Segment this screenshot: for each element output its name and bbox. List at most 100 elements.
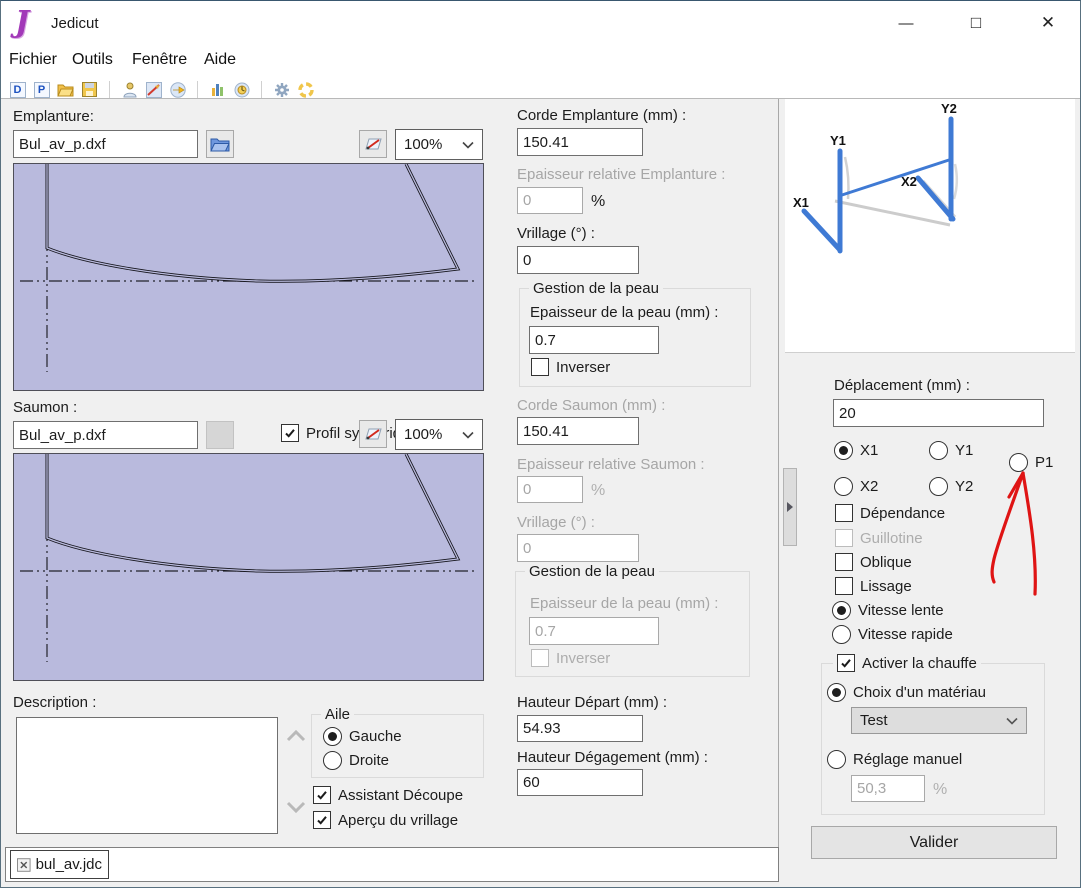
save-icon[interactable]	[81, 81, 98, 98]
choix-materiau-radio[interactable]: Choix d'un matériau	[827, 683, 986, 702]
maximize-button[interactable]: □	[959, 9, 993, 37]
panel-collapse-button[interactable]	[783, 468, 797, 546]
lissage-checkbox[interactable]: Lissage	[835, 577, 912, 595]
menu-fenetre[interactable]: Fenêtre	[132, 51, 187, 69]
radio-y2[interactable]: Y2	[929, 477, 973, 496]
radio-icon	[929, 441, 948, 460]
apercu-vrillage-checkbox[interactable]: Aperçu du vrillage	[313, 811, 458, 829]
saumon-profile-view	[13, 453, 484, 681]
oblique-checkbox[interactable]: Oblique	[835, 553, 912, 571]
percent-label: %	[591, 482, 605, 500]
corde-emplanture-input[interactable]: 150.41	[517, 128, 643, 156]
loading-ring-icon[interactable]	[297, 81, 314, 98]
app-logo-icon: J	[15, 5, 29, 40]
emplanture-profile-view	[13, 163, 484, 391]
radio-droite[interactable]: Droite	[323, 751, 389, 770]
zoom-select-top[interactable]: 100%	[395, 129, 483, 160]
vrillage-emplanture-label: Vrillage (°) :	[517, 225, 595, 242]
user-icon[interactable]	[121, 81, 138, 98]
zoom-select-bottom[interactable]: 100%	[395, 419, 483, 450]
new-dxf-icon[interactable]: D	[9, 81, 26, 98]
radio-y1[interactable]: Y1	[929, 441, 973, 460]
deplacement-input[interactable]: 20	[833, 399, 1044, 427]
machine-axes-diagram: X1 Y1 X2 Y2	[785, 99, 1075, 353]
checkbox-icon	[531, 649, 549, 667]
scroll-up-icon[interactable]	[285, 728, 307, 743]
deplacement-label: Déplacement (mm) :	[834, 377, 970, 394]
radio-selected-icon	[834, 441, 853, 460]
run-arrow-icon[interactable]	[169, 81, 186, 98]
close-button[interactable]: ✕	[1031, 9, 1065, 37]
description-textarea[interactable]	[16, 717, 278, 834]
vitesse-rapide-radio[interactable]: Vitesse rapide	[832, 625, 953, 644]
folder-icon	[210, 137, 230, 152]
radio-p1[interactable]: P1	[1009, 453, 1053, 472]
menu-aide[interactable]: Aide	[204, 51, 236, 69]
radio-selected-icon	[827, 683, 846, 702]
menu-fichier[interactable]: Fichier	[9, 51, 57, 69]
vitesse-lente-radio[interactable]: Vitesse lente	[832, 601, 944, 620]
activer-chauffe-checkbox[interactable]: Activer la chauffe	[833, 654, 981, 672]
edit-profile-button-bottom[interactable]	[359, 420, 387, 448]
emplanture-file-input[interactable]: Bul_av_p.dxf	[13, 130, 198, 158]
toolbar-separator	[109, 81, 110, 98]
open-saumon-button-disabled	[206, 421, 234, 449]
checkbox-icon	[835, 504, 853, 522]
axis-x1-label: X1	[793, 195, 809, 210]
peau-saumon-label: Epaisseur de la peau (mm) :	[530, 595, 718, 612]
panel-separator	[778, 99, 779, 882]
checkbox-checked-icon	[313, 786, 331, 804]
epaisseur-rel-emplanture-input: 0	[517, 187, 583, 214]
aile-group-title: Aile	[321, 706, 354, 723]
close-tab-icon[interactable]	[17, 858, 31, 872]
checkbox-icon	[835, 553, 853, 571]
assistant-decoupe-checkbox[interactable]: Assistant Découpe	[313, 786, 463, 804]
clock-icon[interactable]	[233, 81, 250, 98]
open-folder-icon[interactable]	[57, 81, 74, 98]
open-emplanture-button[interactable]	[206, 130, 234, 158]
valider-button[interactable]: Valider	[811, 826, 1057, 859]
inverser-emplanture-checkbox[interactable]: Inverser	[531, 358, 610, 376]
edit-profile-button-top[interactable]	[359, 130, 387, 158]
map-pen-icon	[364, 426, 383, 442]
menu-outils[interactable]: Outils	[72, 51, 113, 69]
dependance-checkbox[interactable]: Dépendance	[835, 504, 945, 522]
hauteur-depart-input[interactable]: 54.93	[517, 715, 643, 742]
percent-label: %	[933, 781, 947, 799]
stats-bars-icon[interactable]	[209, 81, 226, 98]
radio-x2[interactable]: X2	[834, 477, 878, 496]
map-pen-icon	[364, 136, 383, 152]
hauteur-degagement-label: Hauteur Dégagement (mm) :	[517, 749, 708, 766]
radio-icon	[323, 751, 342, 770]
vrillage-emplanture-input[interactable]: 0	[517, 246, 639, 274]
checkbox-icon	[835, 529, 853, 547]
peau-saumon-group-title: Gestion de la peau	[525, 563, 659, 580]
new-project-icon[interactable]: P	[33, 81, 50, 98]
minimize-button[interactable]: —	[889, 9, 923, 37]
checkbox-icon	[835, 577, 853, 595]
radio-icon	[1009, 453, 1028, 472]
tab-bul-av-jdc[interactable]: bul_av.jdc	[10, 850, 109, 879]
axis-x2-label: X2	[901, 174, 917, 189]
saumon-file-input[interactable]: Bul_av_p.dxf	[13, 421, 198, 449]
window-title: Jedicut	[51, 15, 99, 32]
radio-gauche[interactable]: Gauche	[323, 727, 402, 746]
reglage-manuel-radio[interactable]: Réglage manuel	[827, 750, 962, 769]
peau-emplanture-input[interactable]: 0.7	[529, 326, 659, 354]
radio-x1[interactable]: X1	[834, 441, 878, 460]
chevron-right-icon	[787, 502, 793, 512]
cut-path-icon[interactable]	[145, 81, 162, 98]
percent-label: %	[591, 193, 605, 211]
radio-icon	[929, 477, 948, 496]
checkbox-icon	[531, 358, 549, 376]
corde-saumon-input[interactable]: 150.41	[517, 417, 639, 445]
scroll-down-icon[interactable]	[285, 800, 307, 815]
settings-gear-icon[interactable]	[273, 81, 290, 98]
checkbox-checked-icon	[837, 654, 855, 672]
reglage-manuel-input: 50,3	[851, 775, 925, 802]
hauteur-degagement-input[interactable]: 60	[517, 769, 643, 796]
emplanture-label: Emplanture:	[13, 108, 94, 125]
vrillage-saumon-input: 0	[517, 534, 639, 562]
description-label: Description :	[13, 694, 96, 711]
materiau-select[interactable]: Test	[851, 707, 1027, 734]
